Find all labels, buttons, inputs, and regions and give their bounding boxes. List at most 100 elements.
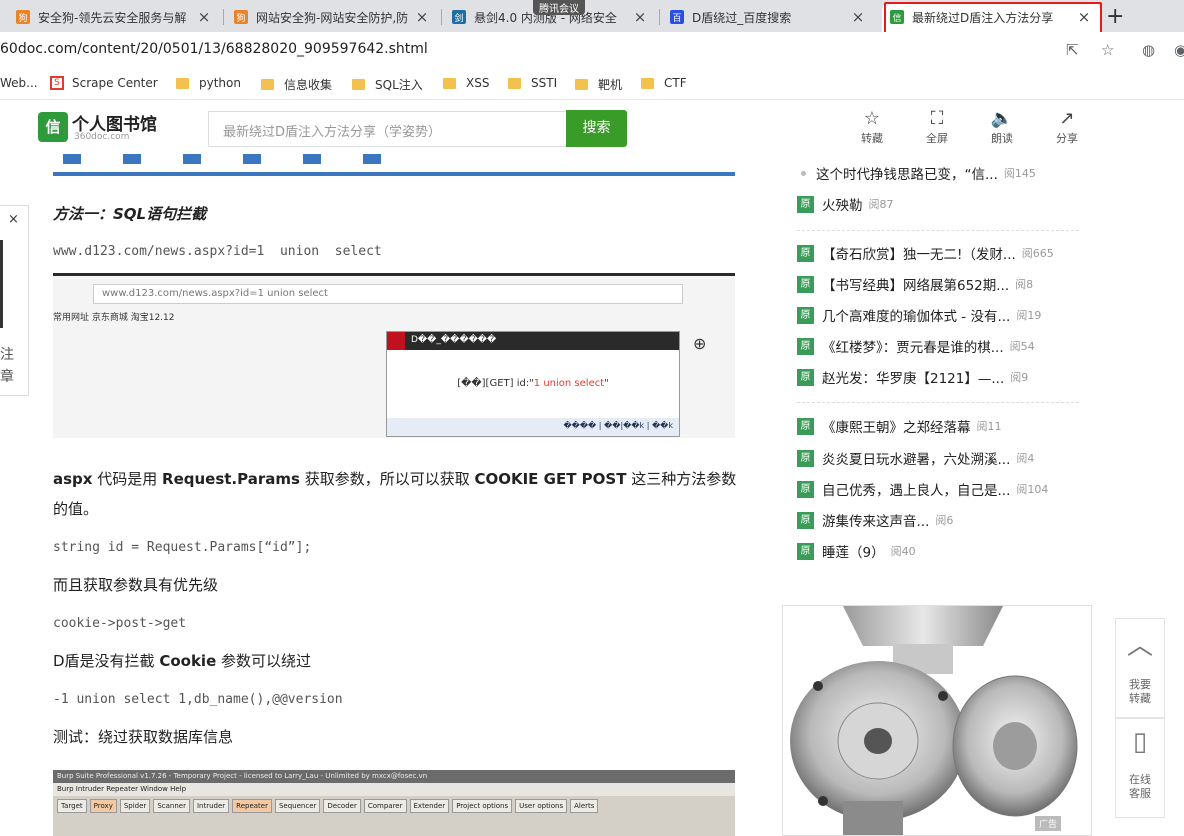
scrape-center-icon: S	[50, 76, 64, 90]
ad-label: 广告	[1034, 816, 1061, 831]
extension-icon[interactable]: ◍	[1142, 41, 1155, 59]
search-input[interactable]: 最新绕过D盾注入方法分享（学姿势）	[208, 111, 568, 147]
browser-window: 狗 安全狗-领先云安全服务与解 × 狗 网站安全狗-网站安全防护,防 × 剑 悬…	[0, 0, 1184, 836]
burp-tab: Project options	[452, 799, 513, 813]
install-icon[interactable]: ⇱	[1066, 41, 1079, 59]
bookmark-folder[interactable]: 信息收集	[261, 76, 332, 93]
burp-menu: Burp Intruder Repeater Window Help	[53, 783, 735, 796]
original-badge: 原	[797, 368, 814, 386]
shield-dog-icon: 狗	[16, 10, 30, 24]
back-to-top-button[interactable]: ︿ 我要转藏	[1115, 618, 1165, 718]
sidebar-item[interactable]: 原火殃勒 阅87	[797, 191, 1087, 217]
sidebar-item[interactable]: 原炎炎夏日玩水避暑，六处溯溪... 阅4	[797, 445, 1087, 471]
bookmark-folder[interactable]: python	[176, 76, 241, 90]
tab-1[interactable]: 狗 安全狗-领先云安全服务与解 ×	[8, 2, 220, 32]
sidebar-item[interactable]: 原游集传来这声音... 阅6	[797, 507, 1087, 533]
screenshot-url: www.d123.com/news.aspx?id=1 union select	[93, 284, 683, 304]
article-screenshot-burp: Burp Suite Professional v1.7.26 - Tempor…	[53, 770, 735, 836]
bullet-icon	[801, 170, 806, 176]
sidebar-item[interactable]: 原自己优秀，遇上良人，自己是... 阅104	[797, 476, 1087, 502]
site-logo-icon[interactable]: 信	[38, 112, 68, 142]
close-icon[interactable]: ×	[414, 8, 430, 26]
close-icon[interactable]: ×	[196, 8, 212, 26]
collect-button[interactable]: ☆ 转藏	[852, 108, 892, 146]
dialog-footer: ���� | ��|��k | ��k	[387, 418, 679, 436]
bookmark-folder[interactable]: SQL注入	[352, 76, 423, 93]
dialog-title: D��_������	[387, 332, 679, 350]
original-badge: 原	[797, 511, 814, 529]
folder-icon	[352, 79, 365, 90]
bookmark-scrape-center[interactable]: S Scrape Center	[50, 76, 158, 90]
bookmark-folder[interactable]: XSS	[443, 76, 489, 90]
bookmark-folder[interactable]: CTF	[641, 76, 687, 90]
fullscreen-icon: ⛶	[930, 108, 944, 129]
article-paragraph: D盾是没有拦截 Cookie 参数可以绕过	[53, 652, 312, 670]
burp-tab: Repeater	[232, 799, 272, 813]
sword-icon: 剑	[452, 10, 466, 24]
folder-icon	[575, 79, 588, 90]
folder-icon	[261, 79, 274, 90]
sidebar-item[interactable]: 原几个高难度的瑜伽体式 - 没有... 阅19	[797, 302, 1087, 328]
share-button[interactable]: ↗ 分享	[1047, 108, 1087, 146]
folder-icon	[443, 77, 456, 89]
original-badge: 原	[797, 244, 814, 262]
fullscreen-button[interactable]: ⛶ 全屏	[917, 108, 957, 146]
zoom-in-icon[interactable]: ⊕	[693, 334, 706, 353]
site-logo-sub: 360doc.com	[74, 132, 130, 142]
burp-tab: Sequencer	[274, 799, 321, 813]
original-badge: 原	[797, 480, 814, 498]
folder-icon	[508, 77, 521, 89]
sidebar-item[interactable]: 原睡莲（9） 阅40	[797, 538, 1087, 564]
extension-icon[interactable]: ◉	[1174, 41, 1184, 59]
dialog-message: [��][GET] id:"1 union select"	[457, 378, 609, 389]
site-header: 信 个人图书馆 360doc.com 最新绕过D盾注入方法分享（学姿势） 搜索 …	[0, 100, 1184, 154]
close-icon[interactable]: ×	[850, 8, 866, 26]
feedback-text: 注章	[0, 347, 14, 385]
article-paragraph: 测试：绕过获取数据库信息	[53, 728, 234, 746]
sidebar-item[interactable]: 这个时代挣钱思路已变，“信... 阅145	[797, 160, 1087, 186]
tab-4[interactable]: 百 D盾绕过_百度搜索 ×	[662, 2, 874, 32]
tab-title: 安全狗-领先云安全服务与解	[38, 10, 187, 25]
original-badge: 原	[797, 449, 814, 467]
feedback-widget[interactable]: × 注章	[0, 205, 29, 396]
read-aloud-button[interactable]: 🔈 朗读	[982, 108, 1022, 146]
bookmark-star-icon[interactable]: ☆	[1101, 41, 1114, 59]
close-icon[interactable]: ×	[632, 8, 648, 26]
ad-image[interactable]: 广告	[782, 605, 1092, 836]
burp-tab: Extender	[409, 799, 450, 813]
code-line: www.d123.com/news.aspx?id=1 union select	[53, 244, 382, 259]
original-badge: 原	[797, 306, 814, 324]
burp-tabs: Target Proxy Spider Scanner Intruder Rep…	[53, 796, 735, 816]
original-badge: 原	[797, 542, 814, 560]
speaker-icon: 🔈	[990, 108, 1014, 129]
bookmarks-bar: Web... S Scrape Center python 信息收集 SQL注入 …	[0, 68, 1184, 100]
tab-title: 网站安全狗-网站安全防护,防	[256, 10, 409, 25]
sidebar-item[interactable]: 原《红楼梦》：贾元春是谁的棋... 阅54	[797, 333, 1087, 359]
chevron-up-icon: ︿	[1126, 631, 1153, 661]
burp-tab: User options	[515, 799, 568, 813]
sidebar-item[interactable]: 原《康熙王朝》之郑经落幕 阅11	[797, 413, 1087, 439]
code-line: cookie->post->get	[53, 616, 187, 631]
bookmark-web[interactable]: Web...	[0, 76, 38, 90]
mobile-button[interactable]: ▯ 在线客服	[1115, 718, 1165, 818]
burp-tab: Target	[57, 799, 87, 813]
address-bar[interactable]: 60doc.com/content/20/0501/13/68828020_90…	[0, 32, 1184, 68]
phone-icon: ▯	[1132, 727, 1148, 757]
screenshot-bookmarks: 常用网址 京东商城 淘宝12.12	[53, 313, 175, 323]
meeting-badge: 腾讯会议	[533, 0, 585, 15]
bookmark-folder[interactable]: SSTI	[508, 76, 557, 90]
dshield-dialog: D��_������ [��][GET] id:"1 union select"…	[386, 331, 680, 437]
shield-dog-icon: 狗	[234, 10, 248, 24]
new-tab-button[interactable]: +	[1106, 4, 1124, 29]
sidebar-item[interactable]: 原【书写经典】网络展第652期... 阅8	[797, 271, 1087, 297]
original-badge: 原	[797, 275, 814, 293]
url-text[interactable]: 60doc.com/content/20/0501/13/68828020_90…	[0, 41, 428, 57]
burp-tab: Alerts	[570, 799, 599, 813]
bookmark-folder[interactable]: 靶机	[575, 76, 622, 93]
tab-2[interactable]: 狗 网站安全狗-网站安全防护,防 ×	[226, 2, 438, 32]
sidebar-item[interactable]: 原赵光发：华罗庚【2121】—... 阅9	[797, 364, 1087, 390]
folder-icon	[641, 77, 654, 89]
search-button[interactable]: 搜索	[566, 110, 627, 147]
close-icon[interactable]: ×	[8, 212, 19, 227]
sidebar-item[interactable]: 原【奇石欣赏】独一无二!（发财... 阅665	[797, 240, 1087, 266]
